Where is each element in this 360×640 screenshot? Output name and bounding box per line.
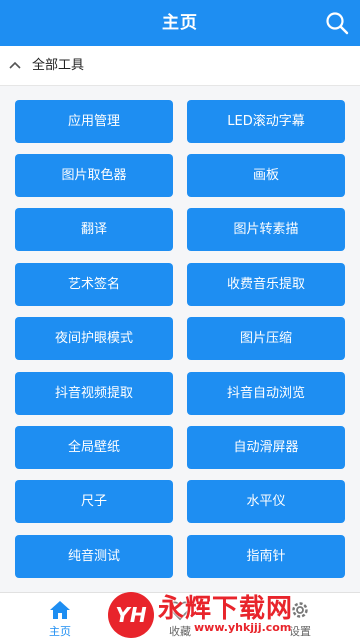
tab-favorites[interactable]: 收藏 (120, 593, 240, 640)
tool-button-paid-music-extract[interactable]: 收费音乐提取 (187, 263, 345, 306)
tool-button-level[interactable]: 水平仪 (187, 480, 345, 523)
app-screen: 主页 全部工具 应用管理 LED滚动字幕 图片取色器 画板 翻译 图片转素描 艺… (0, 0, 360, 640)
tab-settings[interactable]: 设置 (240, 593, 360, 640)
tool-button-douyin-auto-browse[interactable]: 抖音自动浏览 (187, 372, 345, 415)
section-header-all-tools[interactable]: 全部工具 (0, 46, 360, 86)
tool-button-image-compress[interactable]: 图片压缩 (187, 317, 345, 360)
tool-button-art-signature[interactable]: 艺术签名 (15, 263, 173, 306)
top-app-bar: 主页 (0, 0, 360, 46)
tool-button-auto-scroller[interactable]: 自动滑屏器 (187, 426, 345, 469)
tool-button-translate[interactable]: 翻译 (15, 208, 173, 251)
chevron-up-icon (9, 61, 21, 69)
gear-icon (292, 602, 308, 618)
tool-button-douyin-video-extract[interactable]: 抖音视频提取 (15, 372, 173, 415)
search-icon (326, 12, 349, 35)
tool-button-global-wallpaper[interactable]: 全局壁纸 (15, 426, 173, 469)
tool-button-compass[interactable]: 指南针 (187, 535, 345, 578)
heart-icon (169, 601, 191, 621)
tool-button-night-eye-mode[interactable]: 夜间护眼模式 (15, 317, 173, 360)
tool-button-tone-test[interactable]: 纯音测试 (15, 535, 173, 578)
tab-favorites-label: 收藏 (169, 625, 191, 638)
tool-button-led-marquee[interactable]: LED滚动字幕 (187, 100, 345, 143)
tools-grid: 应用管理 LED滚动字幕 图片取色器 画板 翻译 图片转素描 艺术签名 收费音乐… (0, 86, 360, 592)
section-title: 全部工具 (32, 58, 85, 73)
home-icon (50, 601, 70, 619)
tool-button-color-picker[interactable]: 图片取色器 (15, 154, 173, 197)
tab-home[interactable]: 主页 (0, 593, 120, 640)
tab-settings-label: 设置 (289, 625, 311, 638)
tool-button-image-to-sketch[interactable]: 图片转素描 (187, 208, 345, 251)
bottom-tab-bar: 主页 收藏 设置 (0, 592, 360, 640)
search-button[interactable] (324, 10, 350, 36)
page-title: 主页 (162, 13, 198, 33)
tool-button-app-manager[interactable]: 应用管理 (15, 100, 173, 143)
tab-home-label: 主页 (49, 625, 71, 638)
tool-button-ruler[interactable]: 尺子 (15, 480, 173, 523)
tool-button-drawing-board[interactable]: 画板 (187, 154, 345, 197)
